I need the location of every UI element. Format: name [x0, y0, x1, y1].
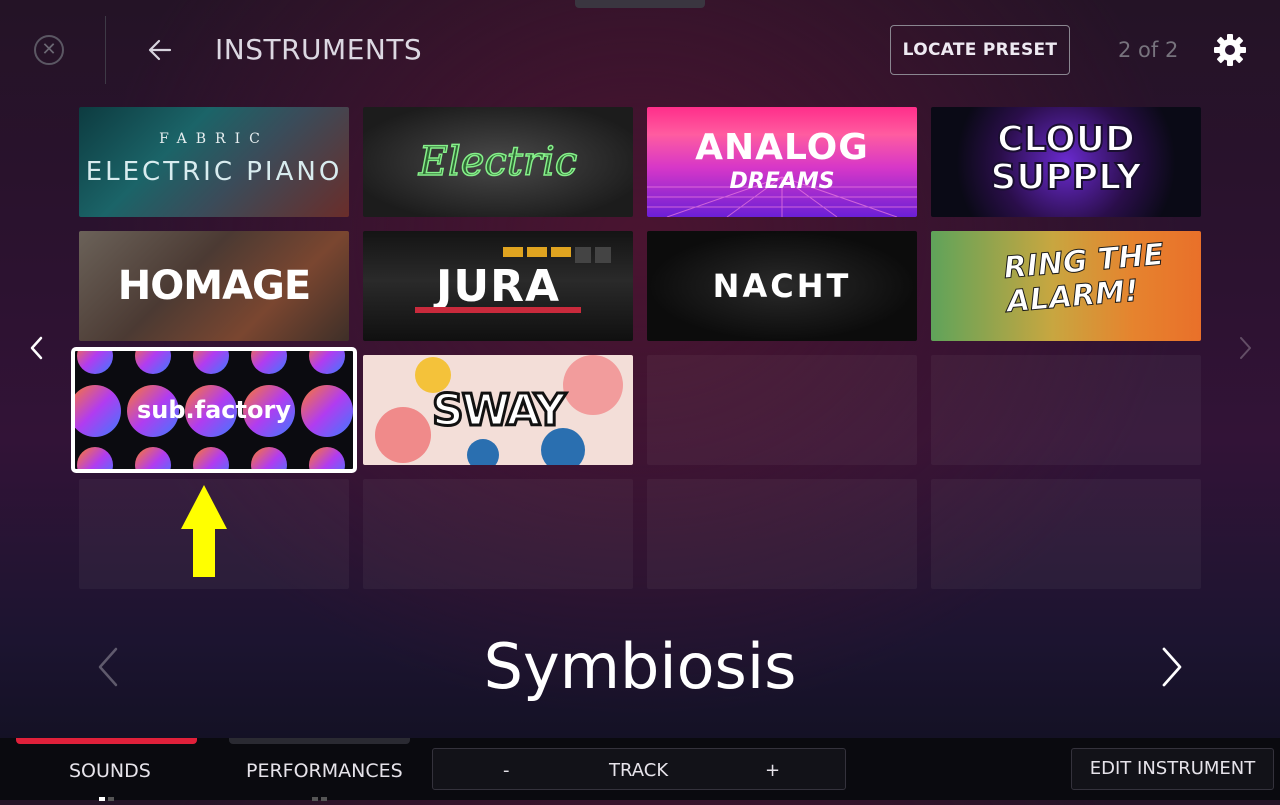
active-tab-indicator: [16, 738, 197, 744]
annotation-arrow-icon: [181, 485, 227, 577]
empty-slot: [931, 479, 1201, 589]
instrument-tile-sub-factory[interactable]: sub.factory: [71, 347, 357, 473]
empty-slot: [647, 479, 917, 589]
instrument-tile-jura[interactable]: JURA: [363, 231, 633, 341]
instrument-tile-cloud-supply[interactable]: CLOUD SUPPLY: [931, 107, 1201, 217]
tile-subtitle: ELECTRIC PIANO: [85, 157, 343, 187]
header-divider: [105, 16, 106, 84]
tile-title: sub.factory: [137, 396, 291, 424]
tile-title: ANALOG: [695, 127, 869, 168]
instrument-tile-electric[interactable]: Electric: [363, 107, 633, 217]
tile-title: FABRIC: [159, 131, 269, 147]
tile-title: CLOUD: [996, 119, 1136, 160]
locate-preset-button[interactable]: LOCATE PRESET: [890, 25, 1070, 75]
tab-sounds[interactable]: SOUNDS: [69, 760, 151, 782]
edit-instrument-button[interactable]: EDIT INSTRUMENT: [1071, 748, 1274, 790]
instrument-tile-analog-dreams[interactable]: ANALOG DREAMS: [647, 107, 917, 217]
tile-title: JURA: [435, 260, 561, 312]
chevron-left-icon[interactable]: [26, 334, 48, 362]
chevron-left-icon[interactable]: [94, 645, 122, 689]
tab-indicator: [229, 738, 410, 744]
empty-slot: [647, 355, 917, 465]
track-label: TRACK: [609, 760, 669, 781]
page-title: INSTRUMENTS: [215, 33, 423, 66]
tab-page-dots: [99, 786, 117, 801]
gear-icon[interactable]: [1212, 32, 1248, 68]
close-icon: ✕: [41, 39, 57, 60]
instrument-tile-nacht[interactable]: NACHT: [647, 231, 917, 341]
chevron-right-icon[interactable]: [1234, 334, 1256, 362]
top-handle: [575, 0, 705, 8]
page-indicator: 2 of 2: [1118, 38, 1179, 62]
tile-title: SWAY: [431, 383, 568, 437]
empty-slot: [931, 355, 1201, 465]
track-plus-button[interactable]: +: [765, 760, 780, 781]
tab-performances[interactable]: PERFORMANCES: [246, 760, 403, 782]
track-control: - TRACK +: [432, 748, 846, 790]
tab-page-dots: [312, 786, 330, 801]
instrument-tile-fabric[interactable]: FABRIC ELECTRIC PIANO: [79, 107, 349, 217]
instrument-tile-sway[interactable]: SWAY: [363, 355, 633, 465]
instrument-tile-homage[interactable]: HOMAGE: [79, 231, 349, 341]
preset-name: Symbiosis: [483, 630, 797, 703]
instrument-tile-ring-the-alarm[interactable]: RING THE ALARM!: [931, 231, 1201, 341]
tile-subtitle: DREAMS: [729, 169, 835, 194]
tile-title: Electric: [418, 138, 578, 186]
tile-accent-bar: [415, 307, 581, 313]
tile-title: HOMAGE: [117, 263, 311, 309]
track-minus-button[interactable]: -: [503, 760, 510, 781]
tile-title: NACHT: [712, 267, 852, 305]
empty-slot: [363, 479, 633, 589]
tile-subtitle: SUPPLY: [989, 157, 1142, 198]
back-arrow-icon[interactable]: [144, 34, 176, 66]
close-button[interactable]: ✕: [34, 35, 64, 65]
chevron-right-icon[interactable]: [1158, 645, 1186, 689]
